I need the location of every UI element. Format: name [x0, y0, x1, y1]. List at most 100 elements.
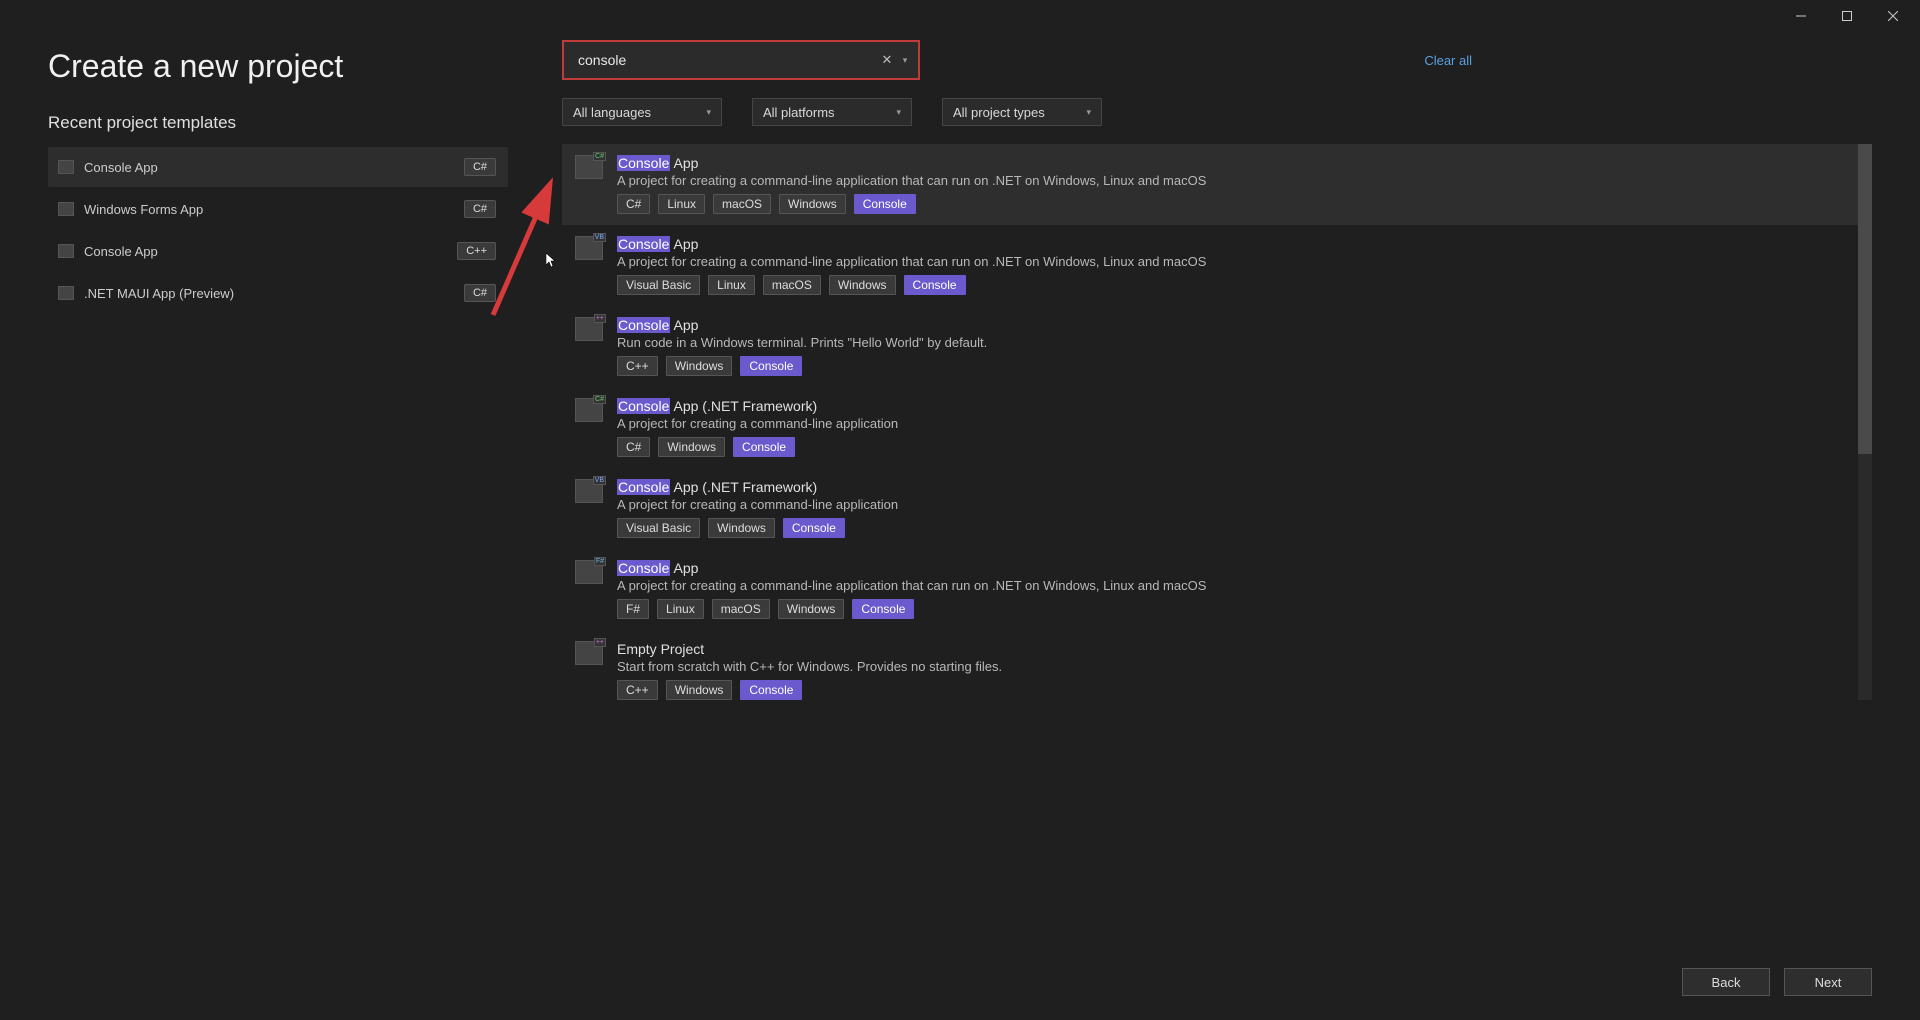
filter-platforms[interactable]: All platforms ▾: [752, 98, 912, 126]
search-box[interactable]: ✕ ▾: [562, 40, 920, 80]
result-tag: Console: [740, 680, 802, 700]
minimize-button[interactable]: [1778, 1, 1824, 31]
template-icon: VB: [575, 236, 603, 260]
result-tag: Console: [733, 437, 795, 457]
lang-mark: F#: [594, 557, 606, 566]
template-icon: ++: [575, 641, 603, 665]
close-icon: [1888, 11, 1898, 21]
result-item[interactable]: VB Console App A project for creating a …: [562, 225, 1872, 306]
result-tags: Visual Basic Linux macOS Windows Console: [617, 275, 1859, 295]
template-icon: ++: [575, 317, 603, 341]
template-icon: VB: [575, 479, 603, 503]
result-title: Console App (.NET Framework): [617, 479, 817, 495]
search-input[interactable]: [578, 52, 876, 68]
search-clear-icon[interactable]: ✕: [876, 52, 898, 68]
result-tag: Console: [783, 518, 845, 538]
result-tags: C++WindowsConsole: [617, 680, 1859, 700]
result-tag: F#: [617, 599, 649, 619]
result-tags: C# Linux macOS Windows Console: [617, 194, 1859, 214]
result-item[interactable]: C# Console App A project for creating a …: [562, 144, 1872, 225]
lang-mark: VB: [593, 476, 606, 485]
filter-types[interactable]: All project types ▾: [942, 98, 1102, 126]
result-tag: Visual Basic: [617, 275, 700, 295]
close-button[interactable]: [1870, 1, 1916, 31]
result-tag: Windows: [778, 599, 845, 619]
recent-template-item[interactable]: Windows Forms App C#: [48, 189, 508, 229]
result-tag: macOS: [763, 275, 821, 295]
back-button[interactable]: Back: [1682, 968, 1770, 996]
results-scrollbar[interactable]: [1858, 144, 1872, 700]
recent-template-item[interactable]: Console AppC#: [48, 147, 508, 187]
result-tags: Visual Basic Windows Console: [617, 518, 1859, 538]
result-tag: Console: [854, 194, 916, 214]
filter-platforms-label: All platforms: [763, 105, 835, 120]
result-tag: C#: [617, 194, 650, 214]
template-icon: [58, 160, 74, 174]
filter-languages[interactable]: All languages ▾: [562, 98, 722, 126]
recent-template-item[interactable]: .NET MAUI App (Preview)C#: [48, 273, 508, 313]
template-icon: [58, 202, 74, 216]
result-tags: C++ Windows Console: [617, 356, 1859, 376]
results-scrollbar-thumb[interactable]: [1858, 144, 1872, 454]
search-dropdown-icon[interactable]: ▾: [898, 55, 912, 66]
titlebar: [0, 0, 1920, 32]
result-tag: C++: [617, 356, 658, 376]
result-tag: Windows: [666, 680, 733, 700]
result-description: Run code in a Windows terminal. Prints "…: [617, 335, 1859, 350]
result-title: Console App: [617, 560, 698, 576]
result-description: A project for creating a command-line ap…: [617, 416, 1859, 431]
result-item[interactable]: F# Console App A project for creating a …: [562, 549, 1872, 630]
template-icon: [58, 244, 74, 258]
result-title: Console App (.NET Framework): [617, 398, 817, 414]
result-tag: C#: [617, 437, 650, 457]
result-tag: Windows: [658, 437, 725, 457]
lang-mark: VB: [593, 233, 606, 242]
result-title: Empty Project: [617, 641, 704, 657]
template-icon: F#: [575, 560, 603, 584]
filter-types-label: All project types: [953, 105, 1045, 120]
result-title: Console App: [617, 317, 698, 333]
result-item[interactable]: VB Console App (.NET Framework) A projec…: [562, 468, 1872, 549]
chevron-down-icon: ▾: [1086, 107, 1091, 118]
result-item[interactable]: ++ Empty Project Start from scratch with…: [562, 630, 1872, 700]
result-tag: Linux: [658, 194, 705, 214]
result-tags: C# Windows Console: [617, 437, 1859, 457]
clear-all-link[interactable]: Clear all: [1424, 53, 1472, 68]
result-tag: Console: [740, 356, 802, 376]
lang-badge: C#: [464, 200, 496, 218]
result-description: A project for creating a command-line ap…: [617, 578, 1859, 593]
results-list: C# Console App A project for creating a …: [562, 144, 1872, 700]
result-tag: Visual Basic: [617, 518, 700, 538]
chevron-down-icon: ▾: [706, 107, 711, 118]
filter-languages-label: All languages: [573, 105, 651, 120]
chevron-down-icon: ▾: [896, 107, 901, 118]
result-item[interactable]: C# Console App (.NET Framework) A projec…: [562, 387, 1872, 468]
result-description: A project for creating a command-line ap…: [617, 173, 1859, 188]
result-tag: Windows: [829, 275, 896, 295]
recent-item-label: Console App: [84, 160, 158, 175]
page-title: Create a new project: [48, 48, 508, 85]
recent-item-label: .NET MAUI App (Preview): [84, 286, 234, 301]
result-item[interactable]: ++ Console App Run code in a Windows ter…: [562, 306, 1872, 387]
result-tag: Windows: [708, 518, 775, 538]
template-icon: C#: [575, 398, 603, 422]
result-tag: Linux: [708, 275, 755, 295]
lang-mark: C#: [593, 152, 606, 161]
result-title: Console App: [617, 155, 698, 171]
result-tag: Windows: [666, 356, 733, 376]
next-button[interactable]: Next: [1784, 968, 1872, 996]
minimize-icon: [1796, 11, 1806, 21]
result-tag: Console: [904, 275, 966, 295]
result-tag: macOS: [713, 194, 771, 214]
recent-list: Console AppC# Windows Forms App C# Console …: [48, 147, 508, 313]
result-tag: macOS: [712, 599, 770, 619]
recent-item-label: Windows Forms App: [84, 202, 203, 217]
maximize-button[interactable]: [1824, 1, 1870, 31]
recent-template-item[interactable]: Console AppC++: [48, 231, 508, 271]
maximize-icon: [1842, 11, 1852, 21]
recent-heading: Recent project templates: [48, 113, 508, 133]
result-tag: Windows: [779, 194, 846, 214]
lang-mark: ++: [594, 314, 606, 323]
template-icon: C#: [575, 155, 603, 179]
result-title: Console App: [617, 236, 698, 252]
